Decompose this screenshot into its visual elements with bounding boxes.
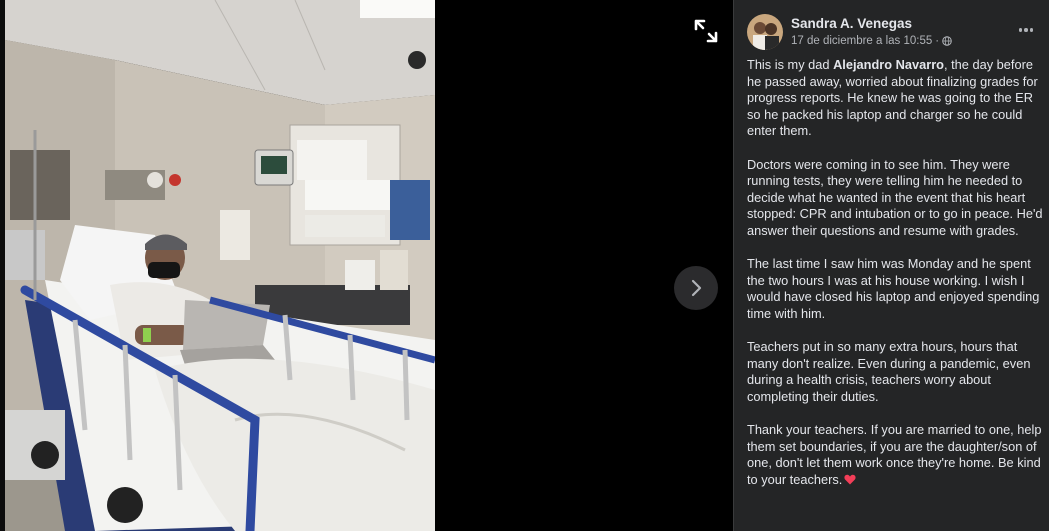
- paragraph-text: This is my dad: [747, 57, 834, 72]
- avatar[interactable]: [747, 14, 783, 50]
- post-paragraph: Thank your teachers. If you are married …: [747, 422, 1045, 488]
- chevron-right-icon: [691, 279, 702, 297]
- more-options-icon: [1018, 28, 1023, 32]
- profile-picture-icon: [747, 14, 783, 50]
- author-name[interactable]: Sandra A. Venegas: [791, 16, 912, 31]
- more-options-button[interactable]: [1015, 20, 1037, 40]
- heart-icon: [844, 474, 856, 485]
- more-options-dot: [1029, 28, 1034, 32]
- post-paragraph: Teachers put in so many extra hours, hou…: [747, 339, 1031, 404]
- post-meta: 17 de diciembre a las 10:55 ·: [791, 35, 952, 47]
- post-paragraph: The last time I saw him was Monday and h…: [747, 256, 1040, 321]
- globe-icon[interactable]: [942, 36, 952, 46]
- photo-viewer-background: [435, 0, 733, 531]
- post-text: This is my dad Alejandro Navarro, the da…: [747, 57, 1045, 505]
- post-timestamp[interactable]: 17 de diciembre a las 10:55: [791, 35, 932, 47]
- hospital-photo: [5, 0, 435, 531]
- post-photo[interactable]: [5, 0, 435, 531]
- expand-button[interactable]: [692, 17, 720, 45]
- post-paragraph: Doctors were coming in to see him. They …: [747, 156, 1043, 238]
- more-options-dot: [1024, 28, 1028, 32]
- next-photo-button[interactable]: [674, 266, 718, 310]
- post-paragraph: This is my dad Alejandro Navarro, the da…: [747, 57, 1045, 140]
- post-side-panel: Sandra A. Venegas 17 de diciembre a las …: [733, 0, 1049, 531]
- meta-separator: ·: [935, 35, 940, 47]
- paragraph-text: Thank your teachers. If you are married …: [747, 422, 1042, 487]
- tagged-person-link[interactable]: Alejandro Navarro: [833, 57, 944, 72]
- expand-icon: [694, 19, 718, 43]
